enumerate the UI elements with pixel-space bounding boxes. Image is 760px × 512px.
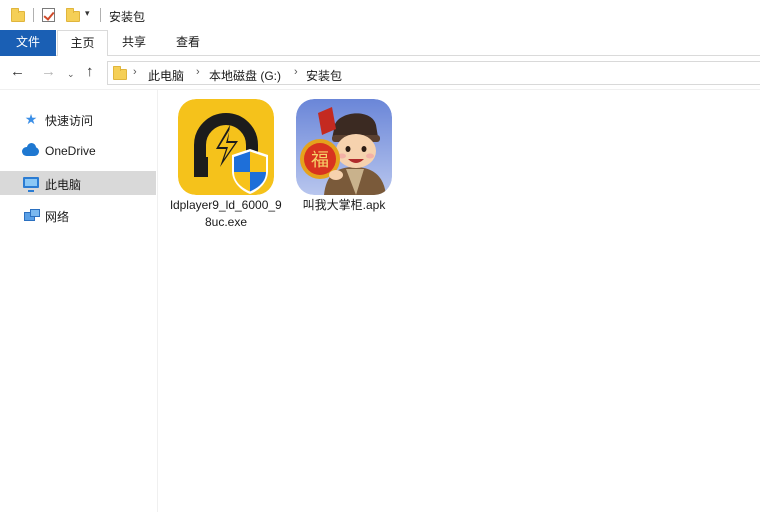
toolbar-separator — [100, 8, 101, 22]
breadcrumb-current-folder[interactable]: 安装包 — [306, 67, 342, 84]
properties-icon[interactable] — [42, 8, 55, 22]
sidebar-item-label: 此电脑 — [45, 178, 82, 192]
window-title: 安装包 — [109, 10, 146, 24]
navigation-bar: ← → ⌄ ↑ › 此电脑 › 本地磁盘 (G:) › 安装包 — [0, 56, 760, 90]
forward-arrow-icon[interactable]: → — [41, 64, 56, 80]
star-icon: ★ — [24, 111, 38, 127]
game-app-icon[interactable]: 福 — [296, 99, 392, 195]
file-list[interactable]: ldplayer9_ld_6000_98uc.exe 福 叫我大掌柜.apk — [159, 90, 760, 512]
tab-view[interactable]: 查看 — [162, 30, 214, 56]
computer-icon — [23, 177, 39, 192]
ribbon-tabs: 文件 主页 共享 查看 — [0, 30, 760, 57]
back-arrow-icon[interactable]: ← — [10, 64, 25, 80]
cloud-icon — [22, 143, 39, 156]
file-name[interactable]: ldplayer9_ld_6000_98uc.exe — [167, 197, 285, 231]
network-icon — [24, 209, 40, 221]
tab-home[interactable]: 主页 — [57, 30, 108, 57]
sidebar-item-label: OneDrive — [45, 144, 96, 158]
sidebar-item-this-pc[interactable]: 此电脑 — [0, 171, 156, 195]
sidebar-item-onedrive[interactable]: OneDrive — [0, 139, 156, 163]
sidebar-item-quick-access[interactable]: ★ 快速访问 — [0, 107, 156, 131]
breadcrumb-local-disk[interactable]: 本地磁盘 (G:) — [209, 67, 281, 84]
tab-file[interactable]: 文件 — [0, 30, 56, 56]
address-bar[interactable]: › 此电脑 › 本地磁盘 (G:) › 安装包 — [107, 61, 760, 85]
sidebar-item-label: 网络 — [45, 210, 70, 224]
sidebar-item-label: 快速访问 — [45, 114, 94, 128]
up-arrow-icon[interactable]: ↑ — [86, 64, 94, 80]
sidebar-item-network[interactable]: 网络 — [0, 203, 156, 227]
ldplayer-app-icon[interactable] — [178, 99, 274, 195]
title-bar: ▾ 安装包 — [0, 0, 760, 30]
chevron-right-icon[interactable]: › — [196, 66, 200, 78]
toolbar-separator — [33, 8, 34, 22]
navigation-pane: ★ 快速访问 OneDrive 此电脑 网络 — [0, 90, 158, 512]
recent-locations-chevron-icon[interactable]: ⌄ — [67, 66, 75, 82]
chevron-right-icon[interactable]: › — [133, 66, 137, 78]
coin-character: 福 — [311, 150, 329, 171]
new-folder-icon[interactable] — [66, 8, 80, 22]
breadcrumb-this-pc[interactable]: 此电脑 — [148, 67, 184, 84]
chevron-right-icon[interactable]: › — [294, 66, 298, 78]
tab-share[interactable]: 共享 — [110, 30, 158, 56]
quick-access-dropdown-icon[interactable]: ▾ — [85, 8, 90, 19]
folder-icon[interactable] — [11, 8, 25, 22]
folder-icon — [113, 66, 127, 80]
file-name[interactable]: 叫我大掌柜.apk — [285, 197, 403, 214]
